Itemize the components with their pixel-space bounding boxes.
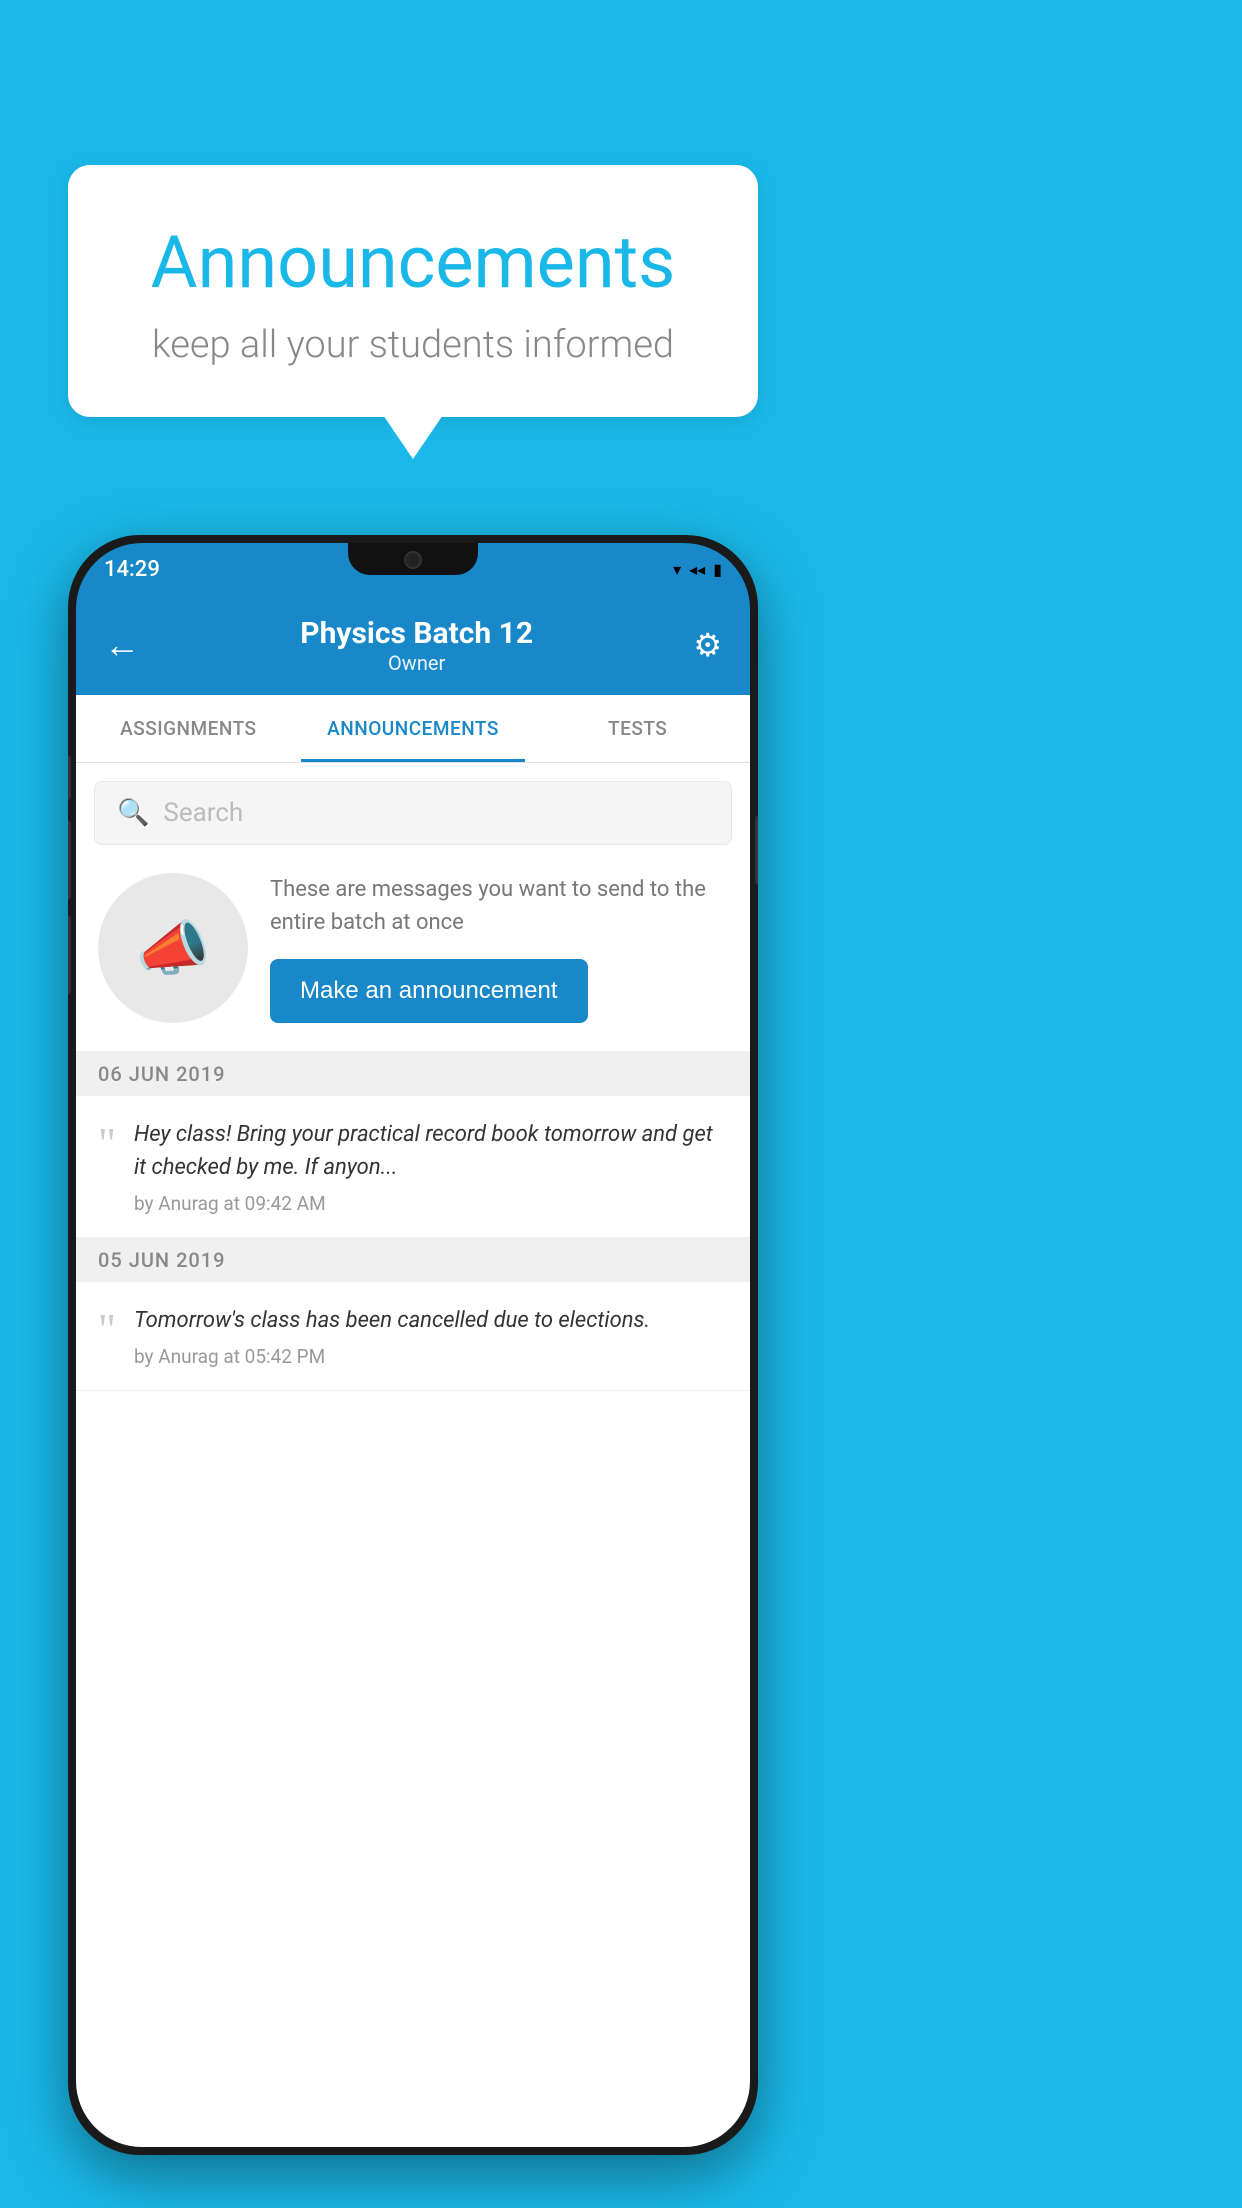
announcement-promo: 📣 These are messages you want to send to… — [76, 845, 750, 1052]
app-bar: ← Physics Batch 12 Owner ⚙ — [76, 595, 750, 695]
tab-tests[interactable]: TESTS — [525, 695, 750, 762]
front-camera — [404, 551, 422, 569]
content-area: 🔍 Search 📣 These are messages you want t… — [76, 763, 750, 2147]
announcement-item-2[interactable]: " Tomorrow's class has been cancelled du… — [76, 1282, 750, 1391]
announcement-item-1[interactable]: " Hey class! Bring your practical record… — [76, 1096, 750, 1238]
status-time: 14:29 — [104, 557, 160, 582]
tab-assignments[interactable]: ASSIGNMENTS — [76, 695, 301, 762]
announcement-meta-2: by Anurag at 05:42 PM — [134, 1345, 728, 1368]
promo-icon-circle: 📣 — [98, 873, 248, 1023]
quote-icon-1: " — [98, 1122, 116, 1166]
volume-down-button — [68, 915, 71, 995]
search-placeholder: Search — [163, 798, 243, 828]
phone-notch — [348, 543, 478, 575]
tab-bar: ASSIGNMENTS ANNOUNCEMENTS TESTS — [76, 695, 750, 763]
user-role: Owner — [300, 651, 533, 675]
back-button[interactable]: ← — [104, 624, 140, 666]
promo-description: These are messages you want to send to t… — [270, 873, 728, 939]
speech-bubble-subtitle: keep all your students informed — [108, 323, 718, 367]
volume-up-button — [68, 820, 71, 900]
search-bar[interactable]: 🔍 Search — [94, 781, 732, 845]
make-announcement-button[interactable]: Make an announcement — [270, 959, 588, 1023]
megaphone-icon: 📣 — [136, 913, 211, 984]
power-button — [755, 815, 758, 885]
announcement-content-2: Tomorrow's class has been cancelled due … — [134, 1304, 728, 1368]
date-separator-1: 06 JUN 2019 — [76, 1052, 750, 1096]
signal-icon: ◂◂ — [689, 560, 705, 579]
date-separator-2: 05 JUN 2019 — [76, 1238, 750, 1282]
announcement-meta-1: by Anurag at 09:42 AM — [134, 1192, 728, 1215]
tab-announcements[interactable]: ANNOUNCEMENTS — [301, 695, 526, 762]
announcement-text-1: Hey class! Bring your practical record b… — [134, 1118, 728, 1184]
batch-name: Physics Batch 12 — [300, 616, 533, 651]
phone-frame: 14:29 ▾ ◂◂ ▮ ← Physics Batch 12 Owner ⚙ … — [68, 535, 758, 2155]
speech-bubble-title: Announcements — [108, 220, 718, 305]
phone-screen: 14:29 ▾ ◂◂ ▮ ← Physics Batch 12 Owner ⚙ … — [76, 543, 750, 2147]
promo-right: These are messages you want to send to t… — [270, 873, 728, 1023]
announcement-content-1: Hey class! Bring your practical record b… — [134, 1118, 728, 1215]
quote-icon-2: " — [98, 1308, 116, 1352]
speech-bubble: Announcements keep all your students inf… — [68, 165, 758, 417]
battery-icon: ▮ — [713, 560, 722, 579]
settings-button[interactable]: ⚙ — [693, 626, 722, 664]
wifi-icon: ▾ — [673, 560, 681, 579]
search-icon: 🔍 — [117, 798, 149, 828]
app-bar-center: Physics Batch 12 Owner — [300, 616, 533, 675]
mute-button — [68, 755, 71, 800]
status-icons: ▾ ◂◂ ▮ — [673, 560, 722, 579]
announcement-text-2: Tomorrow's class has been cancelled due … — [134, 1304, 728, 1337]
